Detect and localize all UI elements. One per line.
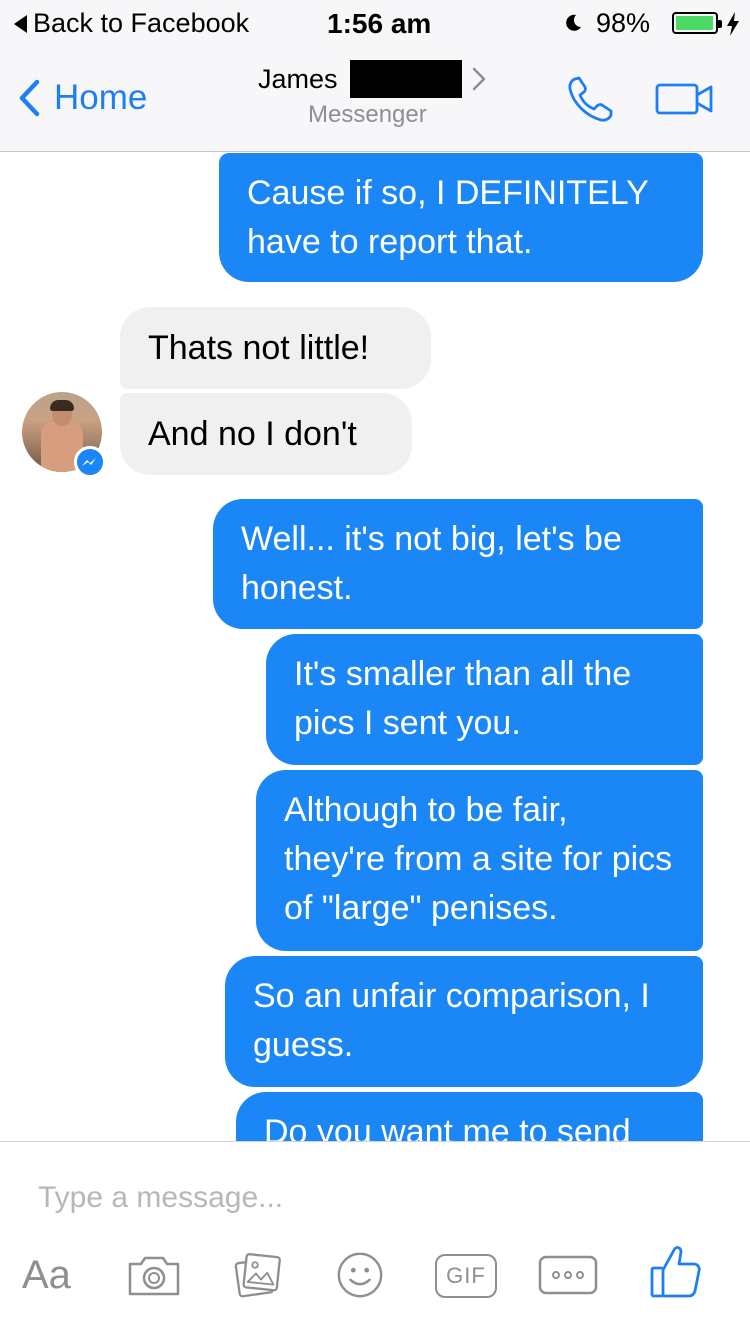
outgoing-message[interactable]: It's smaller than all the pics I sent yo…: [266, 634, 703, 765]
gif-button[interactable]: GIF: [435, 1254, 497, 1298]
outgoing-message[interactable]: Cause if so, I DEFINITELY have to report…: [219, 153, 703, 282]
emoji-icon[interactable]: [334, 1250, 386, 1300]
outgoing-message[interactable]: Do you want me to send: [236, 1092, 703, 1141]
contact-subtitle: Messenger: [308, 101, 427, 128]
battery-icon: [672, 12, 722, 34]
phone-icon[interactable]: [566, 74, 616, 124]
thumbs-up-icon[interactable]: [648, 1242, 704, 1300]
chevron-left-icon: [19, 79, 40, 117]
battery-fill: [676, 16, 714, 30]
back-to-app-link[interactable]: Back to Facebook: [14, 8, 249, 39]
back-to-app-label: Back to Facebook: [33, 8, 250, 38]
battery-percent: 98%: [596, 8, 651, 38]
outgoing-message[interactable]: Well... it's not big, let's be honest.: [213, 499, 703, 629]
incoming-message[interactable]: And no I don't: [120, 393, 412, 475]
home-label: Home: [54, 78, 148, 117]
incoming-message[interactable]: Thats not little!: [120, 307, 431, 389]
battery-nub: [718, 20, 722, 28]
camera-icon[interactable]: [124, 1250, 184, 1300]
outgoing-message[interactable]: Although to be fair, they're from a site…: [256, 770, 703, 951]
more-options-icon[interactable]: [538, 1250, 598, 1300]
status-bar: Back to Facebook 1:56 am 98%: [0, 0, 750, 46]
contact-name: James: [258, 63, 338, 94]
home-back-button[interactable]: Home: [18, 78, 147, 118]
message-thread[interactable]: Cause if so, I DEFINITELY have to report…: [0, 153, 750, 1141]
composer: Aa GIF: [0, 1141, 750, 1333]
outgoing-message[interactable]: So an unfair comparison, I guess.: [225, 956, 703, 1087]
messenger-bolt-icon: [82, 458, 96, 466]
redaction-bar: [349, 60, 462, 98]
status-time: 1:56 am: [327, 8, 432, 39]
chevron-right-icon: [472, 67, 485, 91]
avatar-hair: [50, 400, 74, 411]
photo-gallery-icon[interactable]: [230, 1250, 286, 1300]
contact-title[interactable]: James: [258, 60, 486, 98]
message-input[interactable]: [38, 1178, 698, 1218]
video-call-icon[interactable]: [655, 82, 717, 116]
charging-icon: [727, 12, 739, 36]
header: Back to Facebook 1:56 am 98% Home James …: [0, 0, 750, 152]
back-triangle-icon: [14, 14, 27, 33]
moon-icon: [566, 14, 581, 31]
text-format-button[interactable]: Aa: [22, 1250, 71, 1300]
messenger-badge-icon: [74, 446, 106, 478]
